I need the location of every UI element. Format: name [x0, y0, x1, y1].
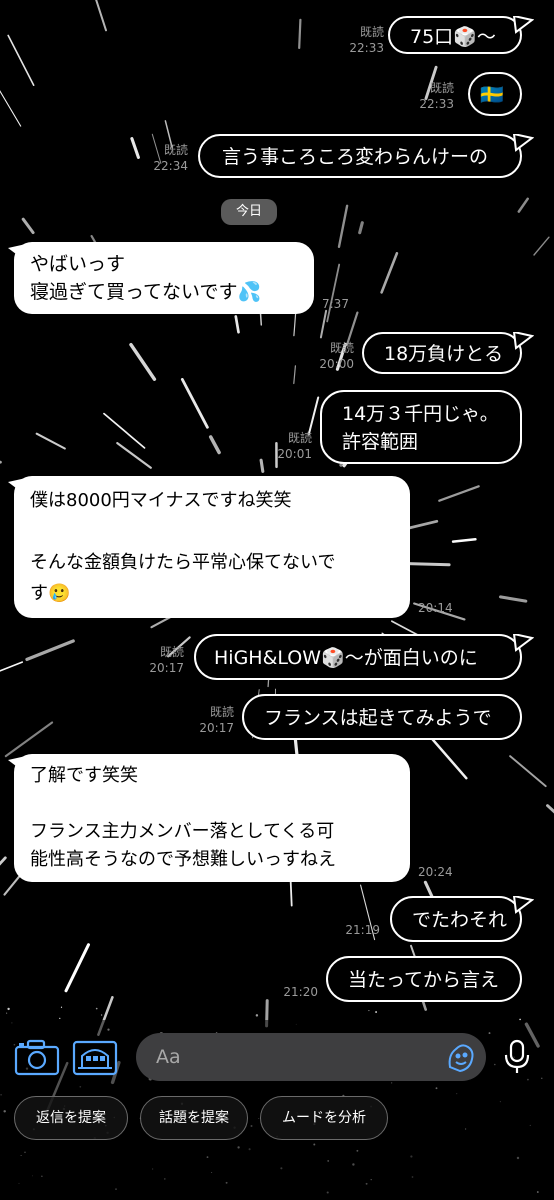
star-streak	[298, 18, 302, 50]
message-bubble[interactable]: 僕は8000円マイナスですね笑笑 そんな金額負けたら平常心保てないで す🥲	[14, 476, 410, 618]
message-bubble[interactable]: フランスは起きてみようで	[242, 694, 522, 740]
message-time: 20:17	[149, 661, 184, 675]
message-bubble[interactable]: 当たってから言え	[326, 956, 522, 1002]
bubble-tail	[512, 134, 534, 152]
message-bubble[interactable]: 🇸🇪	[468, 72, 522, 116]
star-dot	[100, 1014, 103, 1016]
message-time: 20:24	[418, 865, 453, 879]
suggest-topic-chip[interactable]: 話題を提案	[140, 1096, 248, 1140]
message-bubble[interactable]: 18万負けとる	[362, 332, 522, 374]
star-dot	[6, 1012, 8, 1014]
sticker-icon	[448, 1044, 474, 1073]
star-dot	[375, 1011, 378, 1013]
read-receipt: 既読	[209, 705, 234, 719]
microphone-icon	[504, 1039, 530, 1073]
message-meta: 既読 20:01	[258, 430, 312, 462]
camera-button[interactable]	[14, 1038, 60, 1082]
message-meta: 既読 22:34	[134, 142, 188, 174]
message-meta: 21:19	[326, 922, 380, 938]
message-bubble[interactable]: 14万３千円じゃ。 許容範囲	[320, 390, 522, 464]
read-receipt: 既読	[287, 431, 312, 445]
bubble-tail	[512, 16, 534, 34]
read-receipt: 既読	[359, 25, 384, 39]
message-bubble[interactable]: 75口🎲〜	[388, 16, 522, 54]
message-meta: 既読 20:17	[130, 644, 184, 676]
photo-album-icon	[72, 1040, 118, 1076]
bubble-tail	[512, 896, 534, 914]
message-time: 21:20	[283, 985, 318, 999]
message-bubble[interactable]: HiGH&LOW🎲〜が面白いのに	[194, 634, 522, 680]
message-time: 7:37	[322, 297, 349, 311]
camera-icon	[14, 1039, 60, 1076]
date-separator: 今日	[221, 199, 277, 225]
message-meta: 既読 22:33	[330, 24, 384, 56]
microphone-button[interactable]	[502, 1039, 532, 1079]
star-dot	[368, 1010, 370, 1012]
message-meta: 既読 20:17	[180, 704, 234, 736]
star-dot	[255, 1014, 259, 1017]
message-bubble[interactable]: 言う事ころころ変わらんけーの	[198, 134, 522, 178]
star-dot	[95, 1007, 98, 1010]
sticker-button[interactable]	[444, 1041, 478, 1077]
message-time: 21:19	[345, 923, 380, 937]
message-time: 20:14	[418, 601, 453, 615]
message-meta: 21:20	[264, 984, 318, 1000]
message-time: 22:33	[349, 41, 384, 55]
read-receipt: 既読	[429, 81, 454, 95]
message-meta: 既読 20:00	[300, 340, 354, 372]
message-time: 20:01	[277, 447, 312, 461]
message-time: 20:17	[199, 721, 234, 735]
read-receipt: 既読	[163, 143, 188, 157]
message-meta: 既読 22:33	[400, 80, 454, 112]
read-receipt: 既読	[159, 645, 184, 659]
message-bubble[interactable]: 了解です笑笑 フランス主力メンバー落としてくる可 能性高そうなので予想難しいっす…	[14, 754, 410, 882]
bubble-tail	[512, 332, 534, 350]
star-dot	[7, 1007, 10, 1011]
message-time: 20:00	[319, 357, 354, 371]
message-input[interactable]: Aa	[136, 1033, 486, 1081]
bubble-tail	[512, 634, 534, 652]
message-time: 22:34	[153, 159, 188, 173]
read-receipt: 既読	[329, 341, 354, 355]
message-bubble[interactable]: やばいっす 寝過ぎて買ってないです💦	[14, 242, 314, 314]
star-dot	[60, 1006, 63, 1008]
suggest-reply-chip[interactable]: 返信を提案	[14, 1096, 128, 1140]
star-dot	[59, 1017, 61, 1020]
message-time: 22:33	[419, 97, 454, 111]
analyze-mood-chip[interactable]: ムードを分析	[260, 1096, 388, 1140]
message-bubble[interactable]: でたわそれ	[390, 896, 522, 942]
photo-album-button[interactable]	[72, 1038, 118, 1082]
